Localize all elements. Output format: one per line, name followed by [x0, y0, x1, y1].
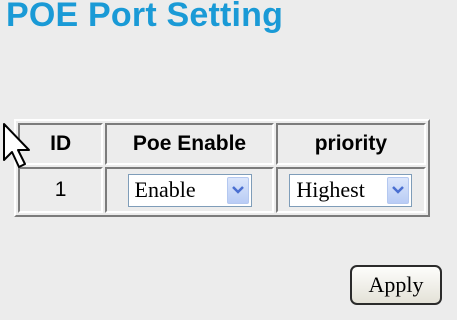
column-header-poe-enable: Poe Enable [105, 123, 274, 165]
priority-cell: Highest [275, 167, 426, 213]
poe-enable-cell: Enable [105, 167, 274, 213]
table-header-row: ID Poe Enable priority [18, 123, 426, 165]
poe-port-table: ID Poe Enable priority 1 Enable Highest [14, 119, 430, 217]
poe-enable-select-value: Enable [134, 177, 196, 202]
table-row: 1 Enable Highest [18, 167, 426, 213]
page-title: POE Port Setting [6, 0, 284, 34]
port-id-cell: 1 [18, 167, 104, 213]
priority-select[interactable]: Highest [289, 173, 413, 207]
priority-select-value: Highest [296, 177, 365, 202]
column-header-priority: priority [275, 123, 426, 165]
apply-button[interactable]: Apply [350, 265, 442, 305]
poe-enable-select[interactable]: Enable [127, 173, 252, 207]
mouse-cursor-icon [3, 123, 30, 168]
chevron-down-icon[interactable] [226, 176, 249, 204]
chevron-down-icon[interactable] [387, 176, 410, 204]
